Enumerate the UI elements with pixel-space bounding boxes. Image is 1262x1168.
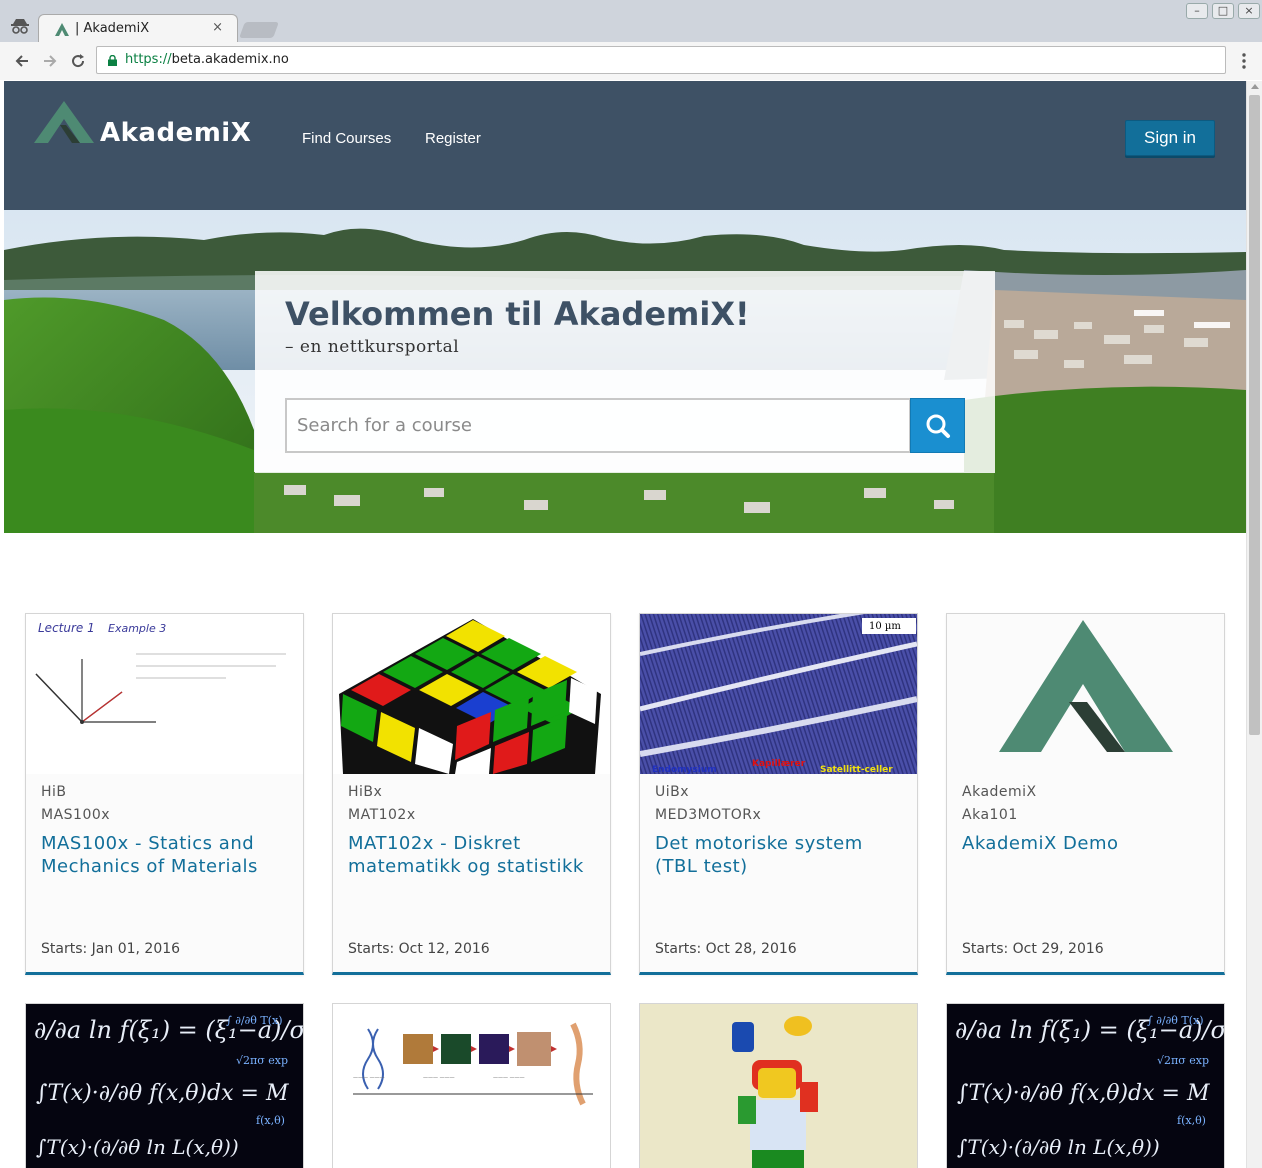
course-code: MAT102x xyxy=(348,807,416,823)
course-code: MAS100x xyxy=(41,807,111,823)
course-image xyxy=(947,614,1224,774)
svg-text:∫T(x)·(∂/∂θ ln L(x,θ)): ∫T(x)·(∂/∂θ ln L(x,θ)) xyxy=(957,1135,1160,1159)
url-text: https://beta.akademix.no xyxy=(125,52,289,67)
svg-text:——— ———: ——— ——— xyxy=(423,1075,455,1081)
endomysium-label: Endomysium xyxy=(652,765,717,774)
course-card[interactable]: ∂/∂a ln f(ξ₁) = (ξ₁−a)/σ² ∫T(x)·∂/∂θ f(x… xyxy=(946,1003,1225,1168)
window-minimize-button[interactable]: – xyxy=(1186,3,1208,19)
course-org: UiBx xyxy=(655,784,690,800)
browser-chrome: | AkademiX × – □ × https://beta.akademix… xyxy=(0,0,1262,80)
lock-icon xyxy=(108,55,117,66)
search-icon xyxy=(926,414,950,438)
course-start-date: Starts: Jan 01, 2016 xyxy=(41,941,181,957)
window-maximize-button[interactable]: □ xyxy=(1212,3,1234,19)
math-formulas-image: ∂/∂a ln f(ξ₁) = (ξ₁−a)/σ² ∫T(x)·∂/∂θ f(x… xyxy=(26,1004,303,1168)
back-button[interactable] xyxy=(12,50,32,72)
course-card[interactable] xyxy=(639,1003,918,1168)
browser-toolbar: https://beta.akademix.no xyxy=(0,42,1262,80)
course-image: Lecture 1 Example 3 xyxy=(26,614,303,774)
course-start-date: Starts: Oct 12, 2016 xyxy=(348,941,490,957)
window-close-button[interactable]: × xyxy=(1238,3,1260,19)
scroll-up-arrow-icon[interactable] xyxy=(1251,84,1259,89)
svg-text:∫ ∂/∂θ T(x): ∫ ∂/∂θ T(x) xyxy=(226,1014,283,1027)
sign-in-button[interactable]: Sign in xyxy=(1125,120,1215,156)
course-code: MED3MOTORx xyxy=(655,807,762,823)
tab-close-icon[interactable]: × xyxy=(212,20,223,35)
svg-text:——— ———: ——— ——— xyxy=(353,1075,385,1081)
math-formulas-image: ∂/∂a ln f(ξ₁) = (ξ₁−a)/σ² ∫T(x)·∂/∂θ f(x… xyxy=(947,1004,1224,1168)
biology-diagram-image: ——— ——— ——— ——— ——— ——— xyxy=(333,1004,610,1168)
page-scrollbar[interactable] xyxy=(1246,81,1262,1168)
new-tab-button[interactable] xyxy=(239,22,279,38)
kapillaerer-label: Kapillærer xyxy=(752,759,806,769)
url-scheme: https:// xyxy=(125,52,172,67)
reload-button[interactable] xyxy=(68,50,88,72)
akademix-logo-mark-icon xyxy=(34,101,94,143)
course-card[interactable]: Lecture 1 Example 3 HiB MAS100x MAS100x … xyxy=(25,613,304,975)
kebab-menu-icon xyxy=(1242,53,1246,69)
course-card[interactable]: AkademiX Aka101 AkademiX Demo Starts: Oc… xyxy=(946,613,1225,975)
address-bar[interactable]: https://beta.akademix.no xyxy=(96,46,1226,74)
arrow-left-icon xyxy=(15,55,28,67)
page-viewport: AkademiX Find Courses Register Sign in V… xyxy=(4,81,1246,1168)
svg-text:√2πσ exp: √2πσ exp xyxy=(236,1054,288,1067)
course-start-date: Starts: Oct 28, 2016 xyxy=(655,941,797,957)
url-host: beta.akademix.no xyxy=(171,52,289,67)
akademix-favicon-icon xyxy=(55,23,69,36)
arrow-right-icon xyxy=(44,55,57,67)
course-title[interactable]: MAT102x - Diskret matematikk og statisti… xyxy=(348,832,598,878)
lecture-label: Lecture 1 xyxy=(38,621,95,635)
tab-title: | AkademiX xyxy=(75,21,150,36)
satellitt-celler-label: Satellitt-celler xyxy=(820,765,893,774)
tab-strip: | AkademiX × – □ × xyxy=(0,0,1262,44)
logo-text[interactable]: AkademiX xyxy=(100,118,251,148)
muscle-histology-image: 10 µm Endomysium Kapillærer Satellitt-ce… xyxy=(640,614,917,774)
search-button[interactable] xyxy=(910,398,965,453)
svg-text:f(x,θ): f(x,θ) xyxy=(256,1114,285,1127)
course-title[interactable]: AkademiX Demo xyxy=(962,832,1212,855)
forward-button[interactable] xyxy=(40,50,60,72)
course-org: HiBx xyxy=(348,784,383,800)
svg-text:f(x,θ): f(x,θ) xyxy=(1177,1114,1206,1127)
svg-text:∫T(x)·∂/∂θ f(x,θ)dx = M: ∫T(x)·∂/∂θ f(x,θ)dx = M xyxy=(36,1081,289,1106)
svg-text:√2πσ exp: √2πσ exp xyxy=(1157,1054,1209,1067)
browser-tab-active[interactable]: | AkademiX × xyxy=(38,14,238,44)
course-title[interactable]: MAS100x - Statics and Mechanics of Mater… xyxy=(41,832,291,878)
hero-welcome-panel: Velkommen til AkademiX! – en nettkurspor… xyxy=(255,271,995,473)
browser-menu-button[interactable] xyxy=(1240,50,1248,72)
course-title[interactable]: Det motoriske system (TBL test) xyxy=(655,832,905,878)
course-card[interactable]: 10 µm Endomysium Kapillærer Satellitt-ce… xyxy=(639,613,918,975)
course-image xyxy=(333,614,610,774)
hero-banner: Velkommen til AkademiX! – en nettkurspor… xyxy=(4,210,1246,533)
scale-bar-label: 10 µm xyxy=(869,621,901,632)
reload-icon xyxy=(72,54,85,68)
course-card[interactable]: ∂/∂a ln f(ξ₁) = (ξ₁−a)/σ² ∫T(x)·∂/∂θ f(x… xyxy=(25,1003,304,1168)
nav-register[interactable]: Register xyxy=(425,130,481,147)
akademix-logo-image xyxy=(947,614,1224,774)
course-code: Aka101 xyxy=(962,807,1018,823)
lecture-whiteboard-image: Lecture 1 Example 3 xyxy=(26,614,303,774)
svg-text:——— ———: ——— ——— xyxy=(493,1075,525,1081)
example-label: Example 3 xyxy=(108,622,166,635)
lego-juggler-image xyxy=(640,1004,917,1168)
nav-find-courses[interactable]: Find Courses xyxy=(302,130,391,147)
site-header: AkademiX Find Courses Register Sign in xyxy=(4,81,1246,210)
course-org: HiB xyxy=(41,784,67,800)
incognito-icon xyxy=(10,18,30,34)
svg-text:∫ ∂/∂θ T(x): ∫ ∂/∂θ T(x) xyxy=(1147,1014,1204,1027)
course-card[interactable]: HiBx MAT102x MAT102x - Diskret matematik… xyxy=(332,613,611,975)
course-card[interactable]: ——— ——— ——— ——— ——— ——— xyxy=(332,1003,611,1168)
course-image: 10 µm Endomysium Kapillærer Satellitt-ce… xyxy=(640,614,917,774)
course-search-input[interactable] xyxy=(285,398,911,453)
scrollbar-thumb[interactable] xyxy=(1249,95,1260,735)
svg-text:∫T(x)·(∂/∂θ ln L(x,θ)): ∫T(x)·(∂/∂θ ln L(x,θ)) xyxy=(36,1135,239,1159)
course-org: AkademiX xyxy=(962,784,1037,800)
rubiks-cube-image xyxy=(333,614,610,774)
hero-title: Velkommen til AkademiX! xyxy=(285,295,750,333)
course-start-date: Starts: Oct 29, 2016 xyxy=(962,941,1104,957)
svg-text:∫T(x)·∂/∂θ f(x,θ)dx = M: ∫T(x)·∂/∂θ f(x,θ)dx = M xyxy=(957,1081,1210,1106)
hero-subtitle: – en nettkursportal xyxy=(285,337,460,357)
